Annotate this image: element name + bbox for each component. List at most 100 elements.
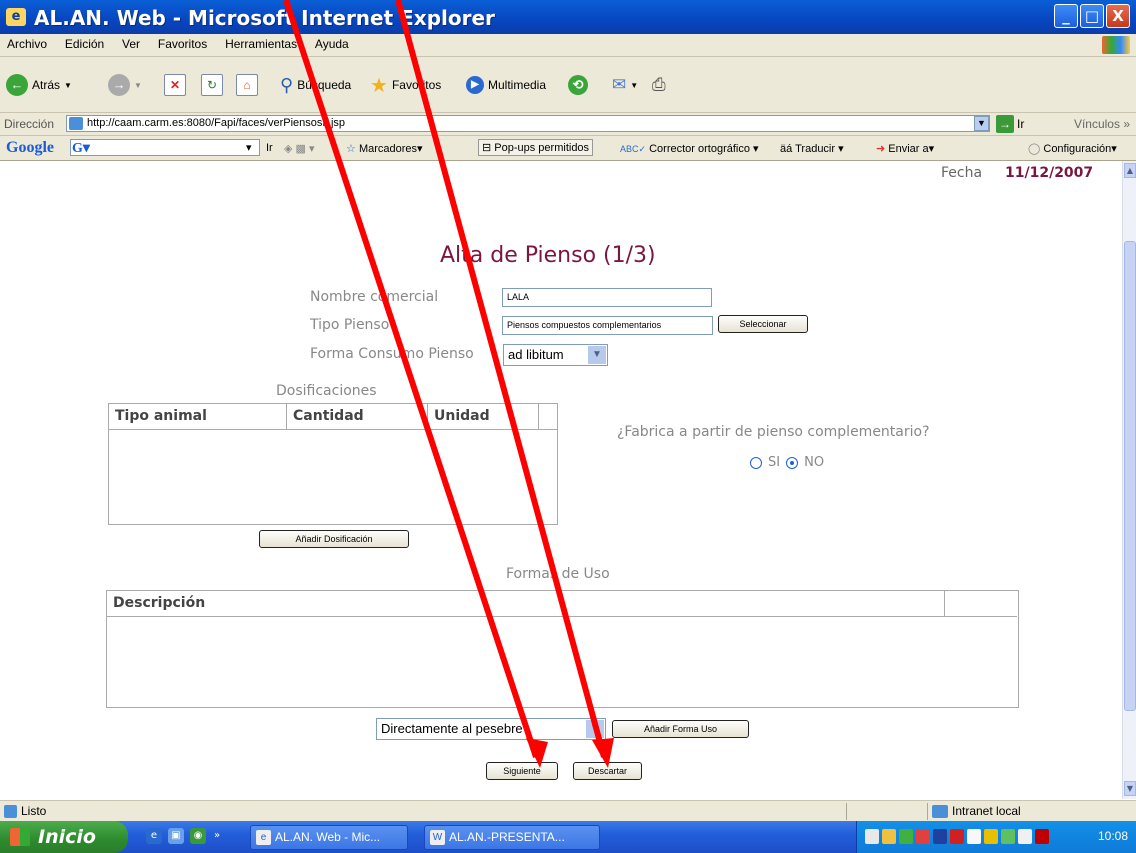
forward-dropdown-icon[interactable]: ▼: [134, 81, 142, 90]
address-input[interactable]: http://caam.carm.es:8080/Fapi/faces/verP…: [66, 115, 990, 132]
chevron-down-icon: ▼: [586, 720, 604, 738]
seleccionar-button[interactable]: Seleccionar: [718, 315, 808, 333]
bookmarks-label: Marcadores: [358, 143, 418, 155]
favorites-label: Favoritos: [391, 78, 442, 92]
ie-quicklaunch-icon[interactable]: e: [146, 828, 162, 844]
minimize-button[interactable]: _: [1054, 4, 1078, 28]
task-word-label: AL.AN.-PRESENTA...: [449, 830, 565, 844]
descartar-button[interactable]: Descartar: [573, 762, 642, 780]
tray-app-icon[interactable]: [967, 829, 981, 844]
home-icon: ⌂: [236, 74, 258, 96]
tray-app-icon[interactable]: [916, 829, 930, 844]
google-search-dropdown-icon[interactable]: ▾: [246, 141, 252, 154]
popups-button[interactable]: ⊟ Pop-ups permitidos: [478, 139, 594, 156]
forma-uso-select[interactable]: Directamente al pesebre ▼: [376, 718, 606, 740]
page-icon: [69, 117, 83, 130]
menu-ayuda[interactable]: Ayuda: [308, 34, 356, 51]
forward-button[interactable]: → ▼: [108, 73, 142, 97]
menu-ver[interactable]: Ver: [115, 34, 147, 51]
home-button[interactable]: ⌂: [236, 73, 258, 97]
status-divider: [927, 803, 928, 820]
task-word[interactable]: W AL.AN.-PRESENTA...: [424, 825, 600, 850]
task-browser[interactable]: e AL.AN. Web - Mic...: [250, 825, 408, 850]
spellcheck-button[interactable]: ABC✓ Corrector ortográfico ▾: [620, 142, 759, 155]
tray-app-icon[interactable]: [1001, 829, 1015, 844]
windows-logo-icon: [1102, 36, 1130, 54]
search-button[interactable]: ⚲ Búsqueda: [280, 73, 351, 97]
nombre-label: Nombre comercial: [310, 289, 439, 305]
google-ir-label: Ir: [266, 142, 273, 154]
history-icon: ⟲: [568, 75, 588, 95]
status-label: Listo: [21, 804, 47, 818]
siguiente-button[interactable]: Siguiente: [486, 762, 558, 780]
print-button[interactable]: ⎙: [652, 73, 666, 97]
multimedia-button[interactable]: ▶ Multimedia: [466, 73, 546, 97]
mail-icon: ✉: [612, 75, 627, 94]
vpn-icon[interactable]: [1018, 829, 1032, 844]
formas-de-uso-title: Formas de Uso: [506, 566, 610, 582]
toolbar: ← Atrás ▼ → ▼ ✕ ↻ ⌂ ⚲ Búsqueda ★ Favorit…: [0, 57, 1136, 113]
address-dropdown-icon[interactable]: ▼: [974, 116, 989, 131]
scroll-down-icon[interactable]: ▼: [1124, 781, 1136, 796]
menu-favoritos[interactable]: Favoritos: [151, 34, 214, 51]
desktop-quicklaunch-icon[interactable]: ▣: [168, 828, 184, 844]
quick-launch: e ▣ ◉ »: [146, 828, 222, 844]
mail-button[interactable]: ✉ ▼: [612, 73, 638, 97]
google-search-input[interactable]: [70, 139, 260, 156]
menu-herramientas[interactable]: Herramientas: [218, 34, 304, 51]
intranet-icon: [932, 804, 948, 818]
close-button[interactable]: X: [1106, 4, 1130, 28]
norton-icon[interactable]: [1035, 829, 1049, 844]
go-arrow-icon: →: [996, 115, 1014, 133]
tray-app-icon[interactable]: [933, 829, 947, 844]
vertical-scrollbar[interactable]: ▲ ▼: [1122, 161, 1136, 799]
start-button[interactable]: Inicio: [0, 821, 128, 853]
tray-app-icon[interactable]: [882, 829, 896, 844]
favorites-button[interactable]: ★ Favoritos: [370, 73, 441, 97]
back-button[interactable]: ← Atrás ▼: [6, 73, 72, 97]
google-logo[interactable]: Google: [6, 139, 54, 157]
address-bar: Dirección http://caam.carm.es:8080/Fapi/…: [0, 113, 1136, 136]
bookmarks-button[interactable]: ☆ Marcadores▾: [346, 142, 423, 155]
antivirus-icon[interactable]: [950, 829, 964, 844]
google-ir-button[interactable]: Ir: [266, 142, 273, 154]
anadir-dosificacion-button[interactable]: Añadir Dosificación: [259, 530, 409, 548]
translate-label: Traducir: [795, 143, 836, 155]
menu-edicion[interactable]: Edición: [58, 34, 111, 51]
page-content: Fecha 11/12/2007 Alta de Pienso (1/3) No…: [0, 161, 1122, 799]
send-to-button[interactable]: ➜ Enviar a▾: [876, 142, 934, 155]
star-icon: ★: [370, 74, 388, 97]
word-task-icon: W: [430, 830, 445, 845]
google-toolbar: Google G▾ ▾ Ir ◈ ▩ ▾ ☆ Marcadores▾ ⊟ Pop…: [0, 136, 1136, 161]
quicklaunch-more-icon[interactable]: »: [212, 828, 222, 844]
back-dropdown-icon[interactable]: ▼: [64, 81, 72, 90]
refresh-button[interactable]: ↻: [201, 73, 223, 97]
send-icon: ➜: [876, 143, 886, 155]
mail-dropdown-icon[interactable]: ▼: [630, 81, 638, 90]
forma-consumo-select[interactable]: ad libitum ▼: [503, 344, 608, 366]
radio-no[interactable]: [786, 456, 799, 469]
tray-app-icon[interactable]: [984, 829, 998, 844]
anadir-forma-uso-button[interactable]: Añadir Forma Uso: [612, 720, 749, 738]
tipo-pienso-input[interactable]: Piensos compuestos complementarios: [502, 316, 713, 335]
go-button[interactable]: → Ir: [996, 115, 1024, 133]
media-quicklaunch-icon[interactable]: ◉: [190, 828, 206, 844]
links-button[interactable]: Vínculos »: [1074, 117, 1130, 131]
status-bar: Listo Intranet local: [0, 800, 1136, 822]
maximize-button[interactable]: □: [1080, 4, 1104, 28]
history-button[interactable]: ⟲: [568, 73, 588, 97]
scroll-thumb[interactable]: [1124, 241, 1136, 711]
settings-button[interactable]: ◯ Configuración▾: [1028, 142, 1117, 155]
scroll-up-icon[interactable]: ▲: [1124, 163, 1136, 178]
radio-si[interactable]: [750, 456, 762, 469]
translate-button[interactable]: äá Traducir ▾: [780, 142, 844, 155]
network-icon[interactable]: [865, 829, 879, 844]
back-label: Atrás: [32, 78, 61, 92]
google-news-icon[interactable]: ◈ ▩ ▾: [284, 142, 315, 155]
menu-archivo[interactable]: Archivo: [0, 34, 54, 51]
tray-app-icon[interactable]: [899, 829, 913, 844]
forma-consumo-label: Forma Consumo Pienso: [310, 346, 474, 362]
spellcheck-label: Corrector ortográfico: [649, 143, 750, 155]
nombre-input[interactable]: LALA: [502, 288, 712, 307]
stop-button[interactable]: ✕: [164, 73, 186, 97]
